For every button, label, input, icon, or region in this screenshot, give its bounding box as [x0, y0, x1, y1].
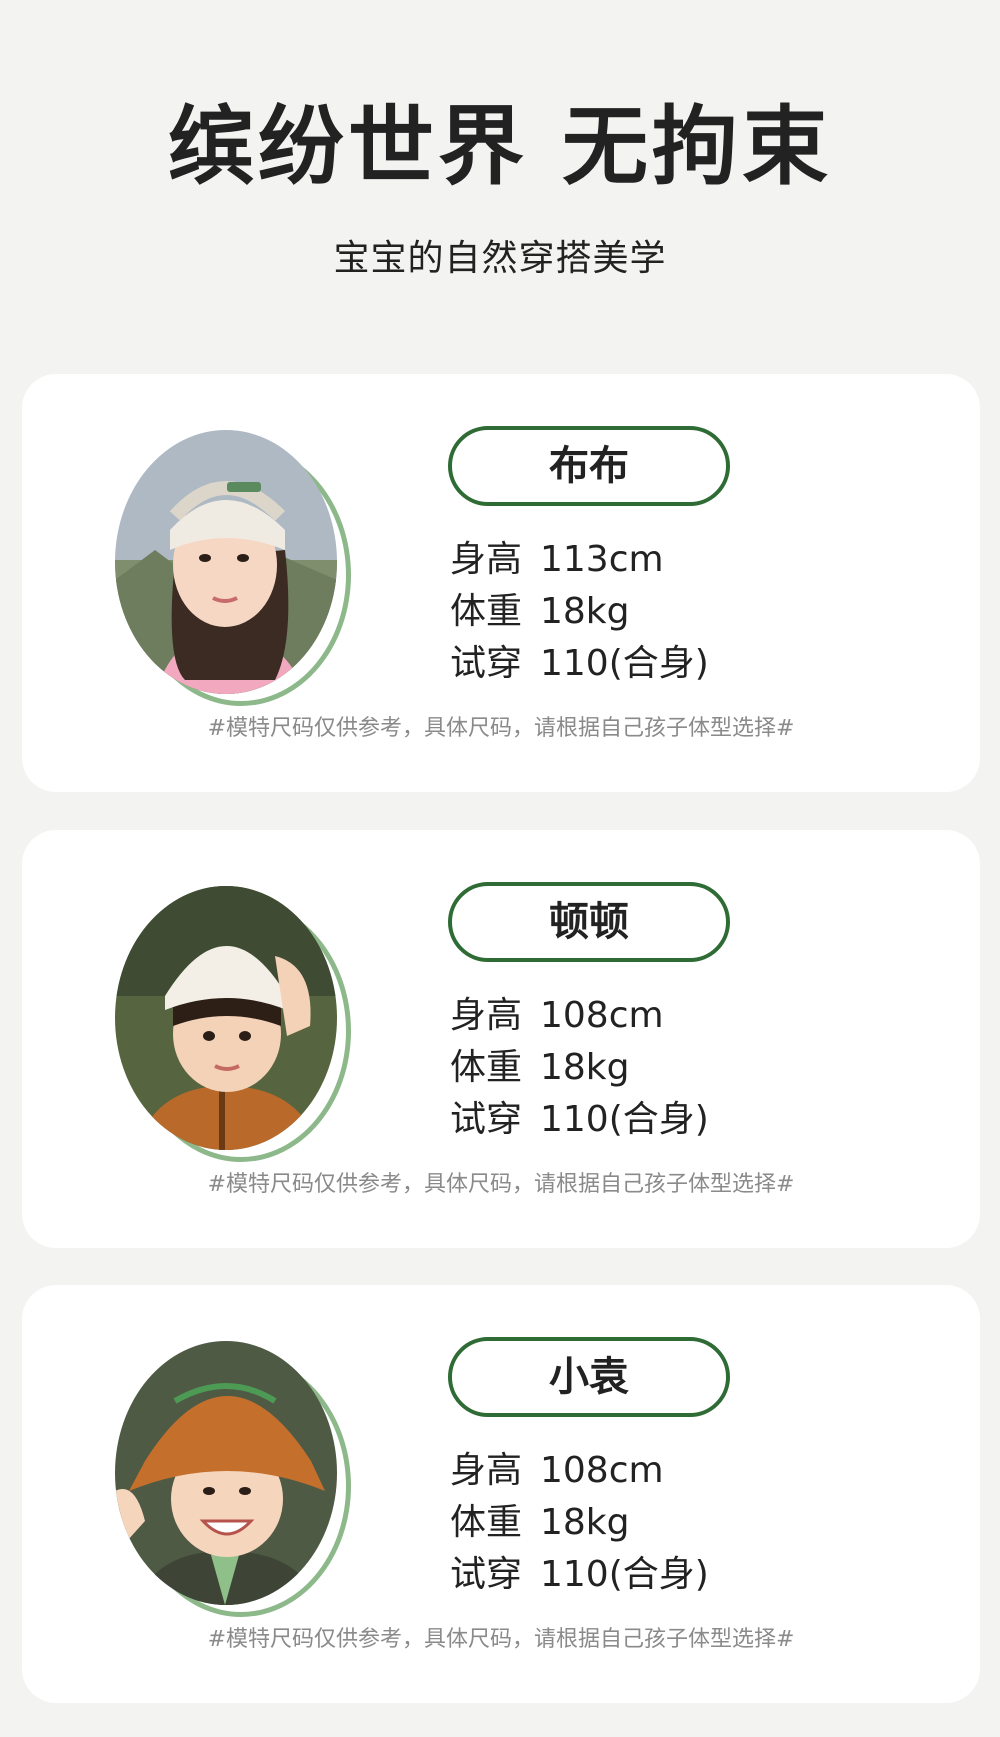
girl-portrait-photo	[115, 430, 337, 694]
height-row: 身高 113cm	[450, 534, 850, 586]
fit-value: 110(合身)	[540, 1554, 709, 1595]
model-card-xiaoyuan: 小袁 身高 108cm 体重 18kg 试穿 110(合身) #模特尺码仅供参考，具体…	[22, 1285, 980, 1703]
model-stats: 身高 108cm 体重 18kg 试穿 110(合身)	[450, 990, 850, 1146]
model-card-bubu: 布布 身高 113cm 体重 18kg 试穿 110(合身) #模特尺码仅供参考，具体…	[22, 374, 980, 792]
weight-value: 18kg	[540, 1047, 630, 1088]
weight-label: 体重	[450, 1047, 523, 1088]
weight-row: 体重 18kg	[450, 586, 850, 638]
height-label: 身高	[450, 1450, 523, 1491]
size-disclaimer: #模特尺码仅供参考，具体尺码，请根据自己孩子体型选择#	[207, 1627, 795, 1652]
model-photo-frame	[115, 1341, 355, 1617]
weight-value: 18kg	[540, 591, 630, 632]
fit-row: 试穿 110(合身)	[450, 1094, 850, 1146]
height-row: 身高 108cm	[450, 990, 850, 1042]
fit-label: 试穿	[450, 643, 523, 684]
height-label: 身高	[450, 539, 523, 580]
page-header: 缤纷世界 无拘束 宝宝的自然穿搭美学	[0, 0, 1000, 330]
model-name-badge: 顿顿	[448, 882, 730, 962]
model-name-badge: 小袁	[448, 1337, 730, 1417]
page-subtitle: 宝宝的自然穿搭美学	[333, 238, 667, 279]
size-disclaimer: #模特尺码仅供参考，具体尺码，请根据自己孩子体型选择#	[207, 716, 795, 741]
boy-bucket-hat-portrait-photo	[115, 1341, 337, 1605]
height-value: 108cm	[540, 1450, 664, 1491]
height-row: 身高 108cm	[450, 1445, 850, 1497]
model-stats: 身高 113cm 体重 18kg 试穿 110(合身)	[450, 534, 850, 690]
fit-row: 试穿 110(合身)	[450, 1549, 850, 1601]
model-photo-frame	[115, 886, 355, 1162]
weight-row: 体重 18kg	[450, 1497, 850, 1549]
height-label: 身高	[450, 995, 523, 1036]
boy-beanie-portrait-photo	[115, 886, 337, 1150]
model-card-dundun: 顿顿 身高 108cm 体重 18kg 试穿 110(合身) #模特尺码仅供参考，具体…	[22, 830, 980, 1248]
weight-label: 体重	[450, 1502, 523, 1543]
size-disclaimer: #模特尺码仅供参考，具体尺码，请根据自己孩子体型选择#	[207, 1172, 795, 1197]
height-value: 113cm	[540, 539, 664, 580]
fit-value: 110(合身)	[540, 1099, 709, 1140]
fit-label: 试穿	[450, 1099, 523, 1140]
fit-row: 试穿 110(合身)	[450, 638, 850, 690]
fit-value: 110(合身)	[540, 643, 709, 684]
page-title: 缤纷世界 无拘束	[168, 97, 832, 197]
fit-label: 试穿	[450, 1554, 523, 1595]
model-photo-frame	[115, 430, 355, 706]
model-name-badge: 布布	[448, 426, 730, 506]
weight-label: 体重	[450, 591, 523, 632]
model-stats: 身高 108cm 体重 18kg 试穿 110(合身)	[450, 1445, 850, 1601]
weight-row: 体重 18kg	[450, 1042, 850, 1094]
weight-value: 18kg	[540, 1502, 630, 1543]
height-value: 108cm	[540, 995, 664, 1036]
